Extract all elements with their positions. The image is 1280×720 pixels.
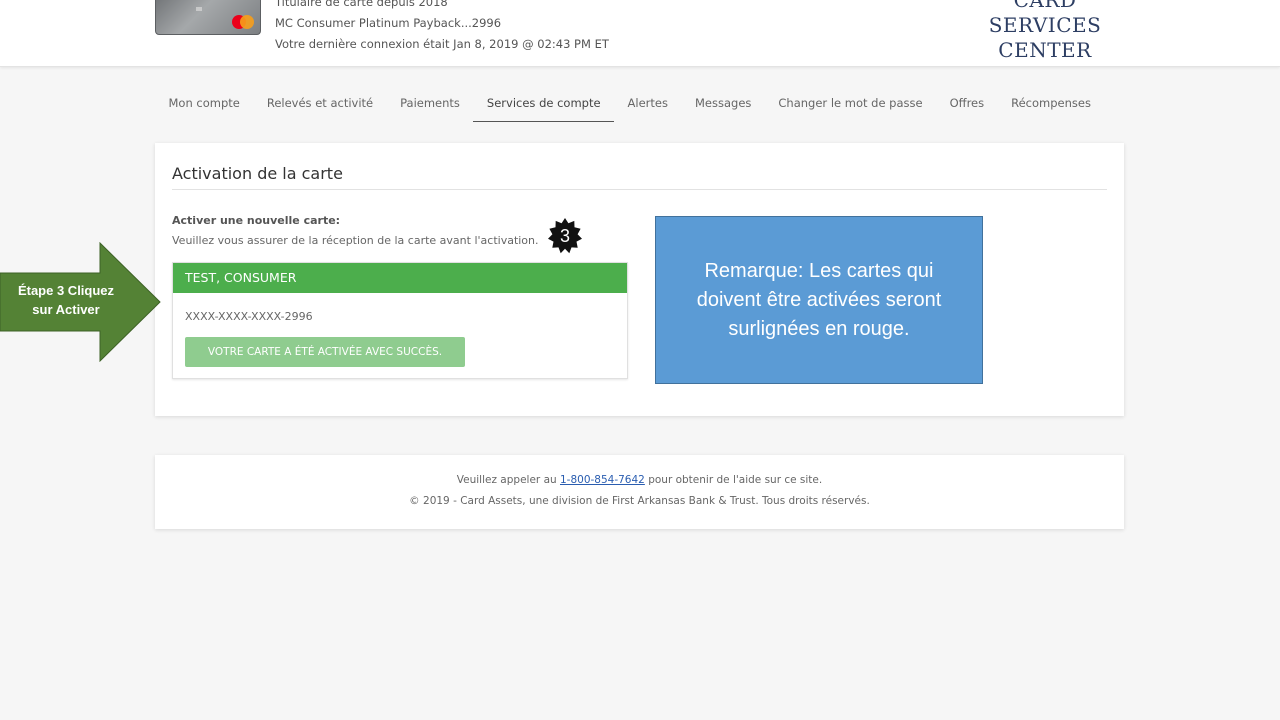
cardholder-name: TEST, CONSUMER xyxy=(173,263,627,293)
credit-card-image xyxy=(155,0,261,35)
last-login: Votre dernière connexion était Jan 8, 20… xyxy=(275,37,609,51)
mastercard-icon xyxy=(232,15,254,29)
footer-copyright: © 2019 - Card Assets, une division de Fi… xyxy=(409,495,870,507)
nav-changer-mot-de-passe[interactable]: Changer le mot de passe xyxy=(765,85,936,122)
note-text: Remarque: Les cartes qui doivent être ac… xyxy=(696,259,942,340)
step-number: 3 xyxy=(559,226,570,246)
account-info: Titulaire de carte depuis 2018 MC Consum… xyxy=(275,0,609,55)
nav-alertes[interactable]: Alertes xyxy=(614,85,681,122)
nav-paiements[interactable]: Paiements xyxy=(387,85,474,122)
logo-line-2: CENTER xyxy=(998,38,1092,62)
step-3-label: Étape 3 Cliquez sur Activer xyxy=(2,281,130,319)
nav-messages[interactable]: Messages xyxy=(682,85,765,122)
header: Titulaire de carte depuis 2018 MC Consum… xyxy=(0,0,1280,67)
step-label-line-1: Étape 3 Cliquez xyxy=(17,283,115,298)
card-chip xyxy=(196,7,202,11)
footer-help-prefix: Veuillez appeler au xyxy=(456,474,560,486)
card-number: XXXX-XXXX-XXXX-2996 xyxy=(185,310,313,323)
help-text: Veuillez vous assurer de la réception de… xyxy=(172,234,539,247)
title-divider xyxy=(172,189,1107,190)
main-nav: Mon compte Relevés et activité Paiements… xyxy=(155,85,1104,122)
step-label-line-2: sur Activer xyxy=(32,302,100,317)
nav-recompenses[interactable]: Récompenses xyxy=(998,85,1105,122)
logo-line-1: CARD SERVICES xyxy=(988,0,1102,37)
footer-help: Veuillez appeler au 1-800-854-7642 pour … xyxy=(155,474,1124,486)
footer-phone-link[interactable]: 1-800-854-7642 xyxy=(560,474,645,486)
section-label: Activer une nouvelle carte: xyxy=(172,214,341,227)
nav-offres[interactable]: Offres xyxy=(936,85,998,122)
card-item: TEST, CONSUMER XXXX-XXXX-XXXX-2996 VOTRE… xyxy=(172,262,628,379)
nav-mon-compte[interactable]: Mon compte xyxy=(155,85,253,122)
account-name: MC Consumer Platinum Payback...2996 xyxy=(275,16,502,30)
site-logo[interactable]: CARD SERVICES CENTER xyxy=(960,0,1130,63)
activation-success-button[interactable]: VOTRE CARTE A ÉTÉ ACTIVÉE AVEC SUCCÈS. xyxy=(185,337,465,367)
footer: Veuillez appeler au 1-800-854-7642 pour … xyxy=(155,455,1124,529)
cardholder-since: Titulaire de carte depuis 2018 xyxy=(275,0,448,9)
step-3-badge: 3 xyxy=(547,218,583,254)
nav-releves[interactable]: Relevés et activité xyxy=(253,85,386,122)
footer-help-suffix: pour obtenir de l'aide sur ce site. xyxy=(644,474,823,486)
page-title: Activation de la carte xyxy=(172,164,343,183)
nav-services-de-compte[interactable]: Services de compte xyxy=(473,85,615,122)
note-callout: Remarque: Les cartes qui doivent être ac… xyxy=(655,216,983,384)
